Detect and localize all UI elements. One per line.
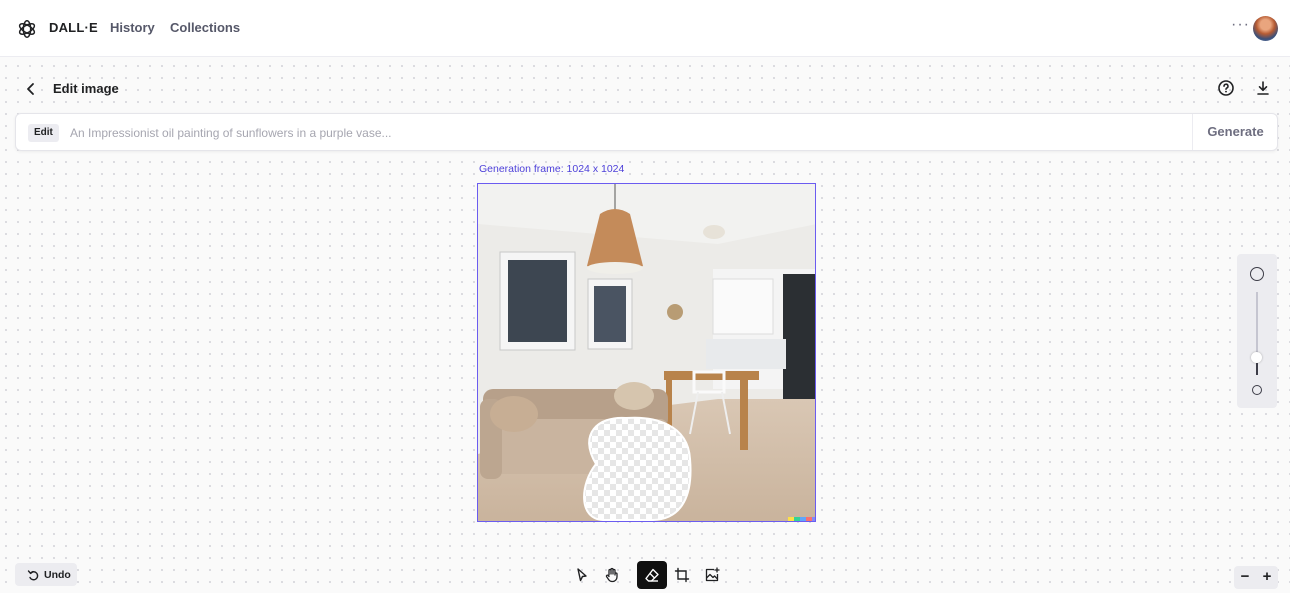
edit-mode-badge: Edit — [28, 124, 59, 142]
generation-frame-label: Generation frame: 1024 x 1024 — [479, 163, 625, 175]
slider-indicator — [1256, 363, 1258, 375]
select-tool[interactable] — [567, 561, 597, 589]
large-brush-icon — [1250, 267, 1264, 281]
nav-collections[interactable]: Collections — [170, 20, 240, 35]
zoom-in-button[interactable]: + — [1256, 566, 1278, 589]
undo-button[interactable]: Undo — [15, 563, 77, 586]
slider-handle[interactable] — [1251, 352, 1262, 363]
pan-tool[interactable] — [597, 561, 627, 589]
eraser-icon — [645, 568, 659, 582]
canvas-toolbar — [567, 561, 727, 589]
page-title: Edit image — [53, 81, 119, 96]
prompt-bar: Edit Generate — [15, 113, 1278, 151]
hand-icon — [605, 567, 618, 583]
edited-room-image — [478, 184, 815, 521]
prompt-input[interactable] — [70, 120, 1190, 146]
frame-icon — [674, 567, 690, 583]
avatar[interactable] — [1253, 16, 1278, 41]
upload-image-tool[interactable] — [697, 561, 727, 589]
zoom-out-button[interactable]: − — [1234, 566, 1256, 589]
generate-button[interactable]: Generate — [1193, 114, 1278, 150]
nav-history[interactable]: History — [110, 20, 155, 35]
back-chevron-icon[interactable] — [22, 80, 40, 98]
add-frame-tool[interactable] — [667, 561, 697, 589]
zoom-controls: − + — [1234, 566, 1278, 589]
brush-size-slider[interactable] — [1237, 254, 1277, 408]
help-icon[interactable] — [1217, 79, 1235, 97]
openai-logo-icon[interactable] — [16, 18, 38, 40]
image-plus-icon — [705, 567, 720, 582]
download-icon[interactable] — [1254, 79, 1272, 97]
pointer-icon — [577, 568, 587, 582]
more-options-icon[interactable]: ··· — [1231, 16, 1250, 34]
generation-frame[interactable] — [477, 183, 816, 522]
eraser-tool[interactable] — [637, 561, 667, 589]
undo-icon — [27, 569, 39, 580]
small-brush-icon — [1252, 385, 1262, 395]
top-nav: DALL·E History Collections ··· — [0, 0, 1290, 57]
brand-name[interactable]: DALL·E — [49, 20, 98, 35]
undo-label: Undo — [44, 568, 71, 581]
